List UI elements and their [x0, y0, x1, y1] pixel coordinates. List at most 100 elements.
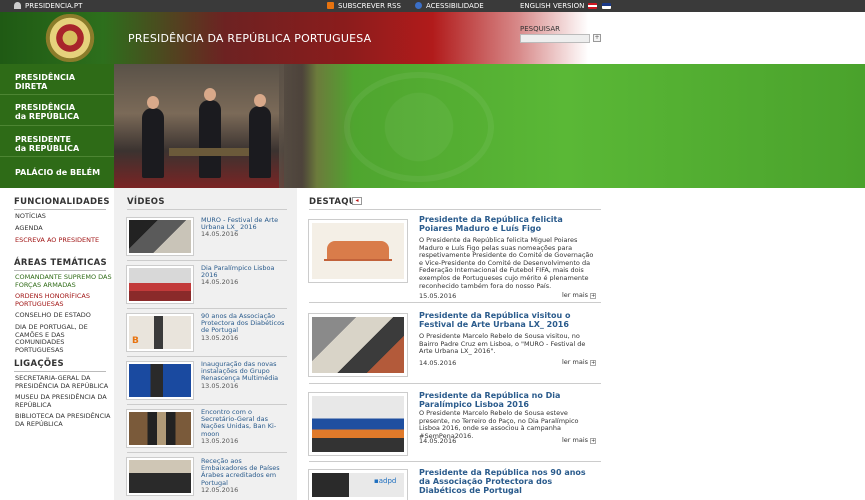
video-thumbnail[interactable]: B: [127, 314, 193, 351]
divider: [127, 452, 287, 453]
divider: [309, 209, 601, 210]
plus-icon: +: [590, 438, 597, 444]
read-more-link[interactable]: ler mais +: [562, 436, 597, 444]
video-title: 90 anos da Associação Protectora dos Dia…: [201, 312, 285, 335]
rss-feed-icon[interactable]: ◂: [352, 197, 362, 205]
person-figure: [142, 96, 164, 178]
main-navigation: PRESIDÊNCIA DIRETA PRESIDÊNCIA da REPÚBL…: [0, 64, 114, 188]
search-button[interactable]: +: [593, 34, 601, 42]
video-item[interactable]: Inauguração das novas instalações do Gru…: [201, 360, 286, 390]
video-date: 12.05.2016: [201, 485, 239, 494]
video-thumbnail[interactable]: [127, 218, 193, 255]
news-body: O Presidente Marcelo Rebelo de Sousa vis…: [419, 332, 586, 356]
search-input[interactable]: [520, 34, 590, 43]
banner-fade: [279, 64, 309, 188]
divider: [309, 461, 601, 462]
nav-label-line1: PRESIDENTE: [15, 135, 71, 144]
rss-link[interactable]: SUBSCREVER RSS: [327, 0, 401, 12]
news-date: 14.05.2016: [419, 359, 457, 367]
nav-label-line2: DIRETA: [15, 82, 48, 91]
link-dia-de-portugal[interactable]: DIA DE PORTUGAL, DE CAMÕES E DAS COMUNID…: [15, 323, 113, 354]
video-item[interactable]: MURO - Festival de Arte Urbana LX_ 2016 1…: [201, 216, 286, 239]
news-title[interactable]: Presidente da República nos 90 anos da A…: [419, 468, 599, 495]
videos-column: VÍDEOS MURO - Festival de Arte Urbana LX…: [114, 188, 297, 500]
plus-icon: +: [590, 360, 597, 366]
news-thumbnail[interactable]: [309, 314, 407, 376]
video-thumbnail[interactable]: [127, 410, 193, 447]
video-thumbnail[interactable]: [127, 458, 193, 495]
video-date: 13.05.2016: [201, 333, 239, 342]
ceremony-table: [169, 148, 249, 156]
read-more-label: ler mais: [562, 436, 589, 444]
us-flag-icon: [601, 3, 611, 9]
video-thumbnail[interactable]: [127, 266, 193, 303]
video-item[interactable]: Encontro com o Secretário-Geral das Naçõ…: [201, 408, 286, 445]
areas-tematicas-heading: ÁREAS TEMÁTICAS: [14, 258, 107, 268]
news-thumbnail[interactable]: ▪adpd: [309, 470, 407, 500]
read-more-label: ler mais: [562, 358, 589, 366]
site-title[interactable]: PRESIDÊNCIA DA REPÚBLICA PORTUGUESA: [128, 32, 371, 45]
divider: [127, 356, 287, 357]
link-comandante-supremo[interactable]: COMANDANTE SUPREMO DAS FORÇAS ARMADAS: [15, 273, 113, 289]
divider: [127, 404, 287, 405]
news-title[interactable]: Presidente da República felicita Poiares…: [419, 215, 599, 233]
nav-presidencia-da-republica[interactable]: PRESIDÊNCIA da REPÚBLICA: [0, 95, 114, 126]
news-thumbnail[interactable]: [309, 220, 407, 282]
video-date: 13.05.2016: [201, 381, 239, 390]
nav-palacio-de-belem[interactable]: PALÁCIO de BELÉM: [0, 157, 114, 188]
accessibility-label: ACESSIBILIDADE: [426, 2, 484, 10]
funcionalidades-heading: FUNCIONALIDADES: [14, 197, 110, 207]
news-title[interactable]: Presidente da República no Dia Paralímpi…: [419, 391, 599, 409]
rss-label: SUBSCREVER RSS: [338, 2, 401, 10]
read-more-link[interactable]: ler mais +: [562, 358, 597, 366]
logo-b-icon: B: [132, 336, 139, 346]
nav-presidente-da-republica[interactable]: PRESIDENTE da REPÚBLICA: [0, 126, 114, 157]
link-museu[interactable]: MUSEU DA PRESIDÊNCIA DA REPÚBLICA: [15, 393, 113, 409]
video-title: Inauguração das novas instalações do Gru…: [201, 360, 279, 383]
nav-presidencia-direta[interactable]: PRESIDÊNCIA DIRETA: [0, 64, 114, 95]
divider: [309, 383, 601, 384]
divider: [14, 371, 106, 372]
video-date: 14.05.2016: [201, 278, 239, 287]
video-thumbnail[interactable]: [127, 362, 193, 399]
video-title: Dia Paralímpico Lisboa 2016: [201, 264, 275, 280]
read-more-link[interactable]: ler mais +: [562, 291, 597, 299]
uk-flag-icon: [587, 3, 597, 9]
accessibility-link[interactable]: ACESSIBILIDADE: [415, 0, 484, 12]
site-home-label: PRESIDENCIA.PT: [25, 2, 83, 10]
site-home-link[interactable]: PRESIDENCIA.PT: [14, 0, 82, 12]
divider: [127, 209, 287, 210]
video-item[interactable]: Dia Paralímpico Lisboa 2016 14.05.2016: [201, 264, 286, 287]
video-title: Receção aos Embaixadores de Países Árabe…: [201, 457, 280, 487]
rss-icon: [327, 2, 334, 9]
hero-banner[interactable]: [114, 64, 865, 188]
person-figure: [199, 88, 221, 178]
read-more-label: ler mais: [562, 291, 589, 299]
link-conselho-de-estado[interactable]: CONSELHO DE ESTADO: [15, 311, 113, 320]
link-secretaria-geral[interactable]: SECRETARIA-GERAL DA PRESIDÊNCIA DA REPÚB…: [15, 374, 113, 390]
news-thumbnail[interactable]: [309, 393, 407, 455]
nav-label-line2: da REPÚBLICA: [15, 144, 80, 153]
belem-palace-base: [324, 259, 392, 261]
news-title[interactable]: Presidente da República visitou o Festiv…: [419, 311, 599, 329]
nav-label-line1: PALÁCIO de BELÉM: [15, 168, 101, 177]
link-biblioteca[interactable]: BIBLIOTECA DA PRESIDÊNCIA DA REPÚBLICA: [15, 412, 113, 428]
destaque-column: DESTAQUE ◂ Presidente da República felic…: [297, 188, 865, 500]
link-escreva-ao-presidente[interactable]: ESCREVA AO PRESIDENTE: [15, 236, 113, 245]
link-ordens-honorificas[interactable]: ORDENS HONORÍFICAS PORTUGUESAS: [15, 292, 113, 308]
link-agenda[interactable]: AGENDA: [15, 224, 113, 233]
link-noticias[interactable]: NOTÍCIAS: [15, 212, 113, 221]
divider: [127, 308, 287, 309]
video-item[interactable]: 90 anos da Associação Protectora dos Dia…: [201, 312, 286, 342]
building-icon: [14, 2, 21, 9]
english-version-label: ENGLISH VERSION: [520, 2, 585, 10]
video-title: Encontro com o Secretário-Geral das Naçõ…: [201, 408, 277, 438]
divider: [14, 209, 106, 210]
nav-label-line1: PRESIDÊNCIA: [15, 73, 76, 82]
video-date: 13.05.2016: [201, 436, 239, 445]
english-version-link[interactable]: ENGLISH VERSION: [520, 0, 615, 12]
video-item[interactable]: Receção aos Embaixadores de Países Árabe…: [201, 457, 286, 494]
videos-heading: VÍDEOS: [127, 197, 165, 207]
nav-label-line2: da REPÚBLICA: [15, 112, 80, 121]
banner-photo: [114, 64, 284, 188]
